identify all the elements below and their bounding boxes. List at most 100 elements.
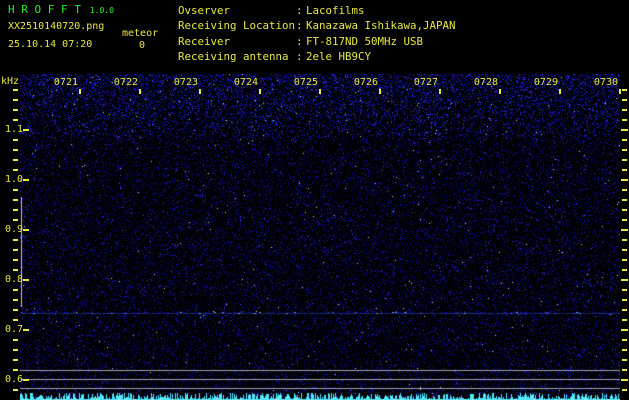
hrofft-window: H R O F F T 1.0.0 XX2510140720.png meteor… xyxy=(0,0,629,400)
freq-minor-tick-right xyxy=(622,219,627,221)
info-colon: : xyxy=(296,19,303,33)
freq-major-tick-right xyxy=(621,379,628,381)
freq-minor-tick-right xyxy=(622,109,627,111)
freq-major-tick-left xyxy=(23,279,29,281)
time-label: 0727 xyxy=(413,77,438,88)
freq-major-tick-right xyxy=(621,279,628,281)
app-title: H R O F F T 1.0.0 xyxy=(8,4,114,17)
meteor-count: 0 xyxy=(139,40,146,51)
info-row-observer: Ovserver: Lacofilms xyxy=(178,3,456,18)
time-label: 0721 xyxy=(53,77,78,88)
time-tick xyxy=(319,89,321,94)
freq-minor-tick-right xyxy=(622,239,627,241)
time-tick xyxy=(139,89,141,94)
freq-major-tick-right xyxy=(621,229,628,231)
info-label: Receiver xyxy=(178,34,231,48)
freq-minor-tick-left xyxy=(13,259,18,261)
time-label: 0722 xyxy=(113,77,138,88)
freq-minor-tick-left xyxy=(13,209,18,211)
info-row-receiver: Receiver: FT-817ND 50MHz USB xyxy=(178,34,456,49)
freq-axis-unit: kHz xyxy=(1,76,20,87)
time-label: 0725 xyxy=(293,77,318,88)
freq-minor-tick-right xyxy=(622,89,627,91)
output-filename: XX2510140720.png xyxy=(8,21,105,32)
time-label: 0730 xyxy=(593,77,618,88)
freq-minor-tick-left xyxy=(13,199,18,201)
freq-minor-tick-right xyxy=(622,249,627,251)
freq-minor-tick-right xyxy=(622,359,627,361)
freq-minor-tick-left xyxy=(13,99,18,101)
spectrogram-canvas xyxy=(20,74,620,400)
freq-major-tick-right xyxy=(621,129,628,131)
time-tick xyxy=(379,89,381,94)
freq-label: 0.6 xyxy=(4,374,23,385)
freq-minor-tick-left xyxy=(13,289,18,291)
freq-label: 1.0 xyxy=(4,174,23,185)
app-version: 1.0.0 xyxy=(89,6,114,15)
freq-minor-tick-right xyxy=(622,349,627,351)
time-label: 0729 xyxy=(533,77,558,88)
freq-major-tick-left xyxy=(23,329,29,331)
freq-minor-tick-right xyxy=(622,119,627,121)
freq-label: 0.7 xyxy=(4,324,23,335)
freq-minor-tick-left xyxy=(13,169,18,171)
time-tick xyxy=(199,89,201,94)
freq-minor-tick-left xyxy=(13,389,18,391)
freq-minor-tick-left xyxy=(13,319,18,321)
info-value: FT-817ND 50MHz USB xyxy=(306,34,424,48)
meteor-mode-label: meteor xyxy=(122,28,159,39)
freq-minor-tick-right xyxy=(622,169,627,171)
spectrogram-plot xyxy=(20,74,620,400)
time-tick xyxy=(79,89,81,94)
freq-minor-tick-left xyxy=(13,339,18,341)
freq-minor-tick-left xyxy=(13,359,18,361)
freq-label: 0.9 xyxy=(4,224,23,235)
freq-major-tick-left xyxy=(23,129,29,131)
freq-minor-tick-right xyxy=(622,99,627,101)
freq-major-tick-right xyxy=(621,179,628,181)
freq-minor-tick-left xyxy=(13,239,18,241)
time-tick xyxy=(439,89,441,94)
time-tick xyxy=(259,89,261,94)
app-title-text: H R O F F T xyxy=(8,3,81,16)
time-label: 0723 xyxy=(173,77,198,88)
info-value: Lacofilms xyxy=(306,4,365,17)
info-value: 2ele HB9CY xyxy=(306,50,372,64)
freq-minor-tick-left xyxy=(13,189,18,191)
freq-minor-tick-right xyxy=(622,269,627,271)
freq-major-tick-left xyxy=(23,229,29,231)
info-label: Receiving Location xyxy=(178,19,296,33)
freq-minor-tick-left xyxy=(13,219,18,221)
freq-minor-tick-right xyxy=(622,309,627,311)
freq-major-tick-left xyxy=(23,379,29,381)
freq-major-tick-left xyxy=(23,179,29,181)
freq-minor-tick-left xyxy=(13,149,18,151)
info-colon: : xyxy=(296,50,303,64)
info-row-antenna: Receiving antenna:2ele HB9CY xyxy=(178,49,456,64)
freq-label: 1.1 xyxy=(4,124,23,135)
info-row-location: Receiving Location: Kanazawa Ishikawa,JAP… xyxy=(178,18,456,33)
time-tick xyxy=(619,89,621,94)
freq-minor-tick-right xyxy=(622,389,627,391)
time-label: 0724 xyxy=(233,77,258,88)
time-label: 0728 xyxy=(473,77,498,88)
freq-minor-tick-right xyxy=(622,159,627,161)
time-tick xyxy=(559,89,561,94)
freq-minor-tick-left xyxy=(13,299,18,301)
freq-minor-tick-right xyxy=(622,289,627,291)
freq-minor-tick-right xyxy=(622,299,627,301)
freq-minor-tick-right xyxy=(622,209,627,211)
time-label: 0726 xyxy=(353,77,378,88)
freq-minor-tick-left xyxy=(13,89,18,91)
info-label: Ovserver xyxy=(178,4,231,17)
freq-minor-tick-right xyxy=(622,259,627,261)
freq-minor-tick-left xyxy=(13,309,18,311)
freq-minor-tick-left xyxy=(13,159,18,161)
freq-minor-tick-right xyxy=(622,369,627,371)
info-value: Kanazawa Ishikawa,JAPAN xyxy=(306,19,456,33)
info-colon: : xyxy=(296,4,303,17)
freq-minor-tick-left xyxy=(13,119,18,121)
freq-minor-tick-right xyxy=(622,139,627,141)
freq-minor-tick-left xyxy=(13,249,18,251)
freq-minor-tick-left xyxy=(13,269,18,271)
